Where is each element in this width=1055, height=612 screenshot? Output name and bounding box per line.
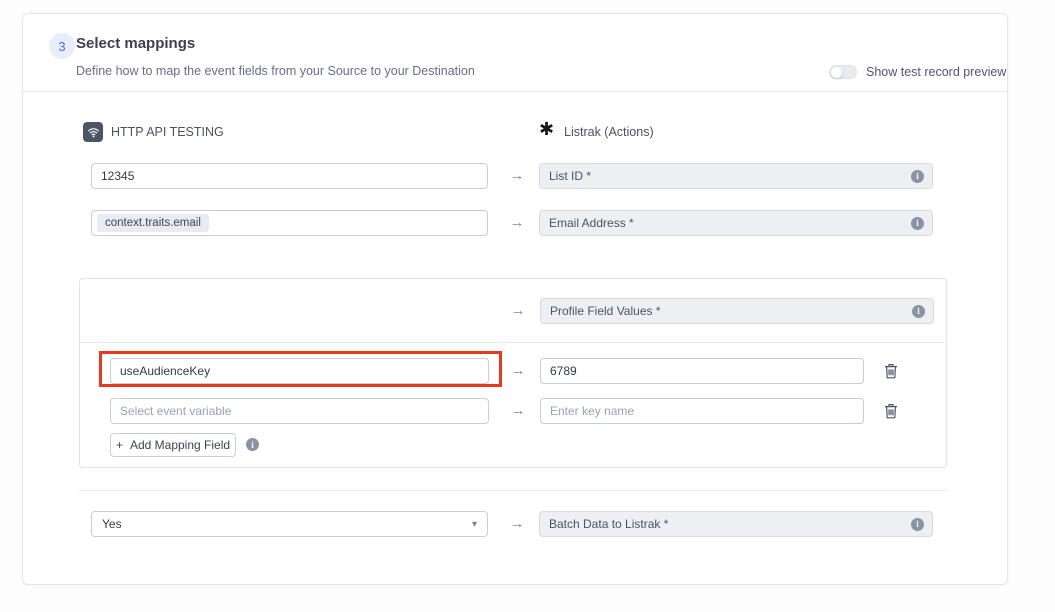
panel-divider xyxy=(80,342,946,343)
profile-field-values-label: Profile Field Values * xyxy=(550,304,661,318)
mapping-variable-input-2[interactable] xyxy=(110,398,489,424)
delete-mapping-row-button[interactable] xyxy=(884,403,898,419)
show-test-record-toggle[interactable] xyxy=(829,65,857,79)
mappings-card: 3 Select mappings Define how to map the … xyxy=(22,13,1008,585)
email-source-input[interactable]: context.traits.email xyxy=(91,210,488,236)
step-number-badge: 3 xyxy=(49,33,75,59)
page: 3 Select mappings Define how to map the … xyxy=(0,0,1055,612)
toggle-label: Show test record preview xyxy=(866,65,1006,79)
plus-icon: + xyxy=(116,438,123,452)
info-icon[interactable]: i xyxy=(911,170,924,183)
batch-data-select[interactable]: Yes ▾ xyxy=(91,511,488,537)
trash-icon xyxy=(884,363,898,379)
toggle-knob xyxy=(831,67,842,78)
add-mapping-field-label: Add Mapping Field xyxy=(130,438,230,452)
trash-icon xyxy=(884,403,898,419)
batch-data-selected-value: Yes xyxy=(102,517,122,531)
list-id-source-input[interactable] xyxy=(91,163,488,189)
mapping-key-input-2[interactable] xyxy=(540,398,864,424)
arrow-icon: → xyxy=(501,515,533,532)
section-divider xyxy=(79,490,947,491)
profile-field-values-destination-field: Profile Field Values * i xyxy=(540,298,934,324)
batch-data-label: Batch Data to Listrak * xyxy=(549,517,668,531)
arrow-icon: → xyxy=(502,402,534,419)
event-variable-chip[interactable]: context.traits.email xyxy=(97,214,209,232)
arrow-icon: → xyxy=(502,362,534,379)
http-api-source-icon xyxy=(83,122,103,142)
info-icon[interactable]: i xyxy=(246,438,259,451)
add-mapping-field-button[interactable]: + Add Mapping Field xyxy=(110,433,236,457)
email-destination-field: Email Address * i xyxy=(539,210,933,236)
mapping-variable-input-1[interactable] xyxy=(110,358,489,384)
header-divider xyxy=(23,91,1007,92)
list-id-label: List ID * xyxy=(549,169,591,183)
mapping-key-input-1[interactable] xyxy=(540,358,864,384)
listrak-logo-icon: ✱ xyxy=(539,118,554,140)
page-subtitle: Define how to map the event fields from … xyxy=(76,64,475,78)
batch-data-destination-field: Batch Data to Listrak * i xyxy=(539,511,933,537)
info-icon[interactable]: i xyxy=(911,217,924,230)
destination-name: Listrak (Actions) xyxy=(564,125,654,139)
email-label: Email Address * xyxy=(549,216,634,230)
arrow-icon: → xyxy=(502,302,534,319)
arrow-icon: → xyxy=(501,167,533,184)
source-name: HTTP API TESTING xyxy=(111,125,224,139)
arrow-icon: → xyxy=(501,214,533,231)
page-title: Select mappings xyxy=(76,35,195,52)
info-icon[interactable]: i xyxy=(912,305,925,318)
info-icon[interactable]: i xyxy=(911,518,924,531)
chevron-down-icon: ▾ xyxy=(472,519,477,530)
list-id-destination-field: List ID * i xyxy=(539,163,933,189)
delete-mapping-row-button[interactable] xyxy=(884,363,898,379)
profile-field-values-panel: → Profile Field Values * i → → xyxy=(79,278,947,468)
wifi-icon xyxy=(87,126,100,139)
